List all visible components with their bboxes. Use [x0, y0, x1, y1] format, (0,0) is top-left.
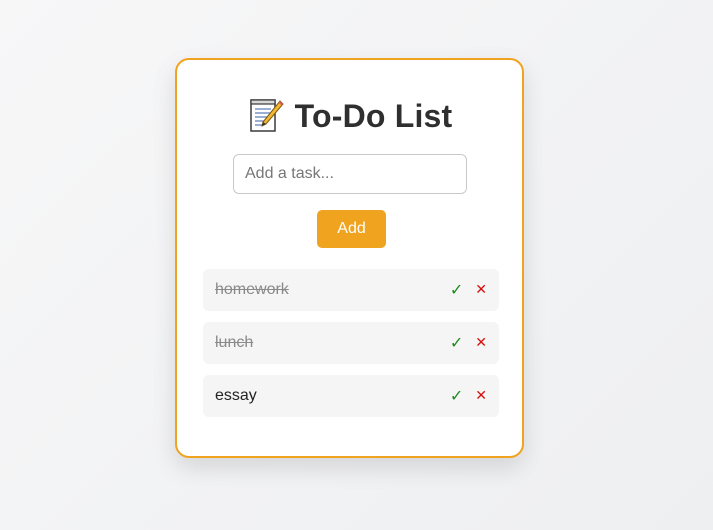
task-item: homework ✓ ✕ — [203, 269, 499, 311]
delete-x-icon[interactable]: ✕ — [475, 336, 487, 350]
task-text: lunch — [215, 334, 254, 351]
add-button[interactable]: Add — [317, 210, 386, 248]
complete-check-icon[interactable]: ✓ — [450, 335, 463, 351]
todo-card: To-Do List Add homework ✓ ✕ lunch ✓ ✕ es… — [175, 58, 524, 458]
task-text: essay — [215, 387, 257, 404]
task-input[interactable] — [233, 154, 467, 194]
task-text: homework — [215, 281, 289, 298]
task-item: essay ✓ ✕ — [203, 375, 499, 417]
delete-x-icon[interactable]: ✕ — [475, 389, 487, 403]
complete-check-icon[interactable]: ✓ — [450, 282, 463, 298]
page-title: To-Do List — [294, 97, 453, 134]
complete-check-icon[interactable]: ✓ — [450, 388, 463, 404]
task-list: homework ✓ ✕ lunch ✓ ✕ essay ✓ ✕ — [203, 269, 499, 428]
delete-x-icon[interactable]: ✕ — [475, 283, 487, 297]
memo-pencil-icon — [247, 97, 285, 135]
task-item: lunch ✓ ✕ — [203, 322, 499, 364]
title-row: To-Do List — [177, 94, 522, 138]
